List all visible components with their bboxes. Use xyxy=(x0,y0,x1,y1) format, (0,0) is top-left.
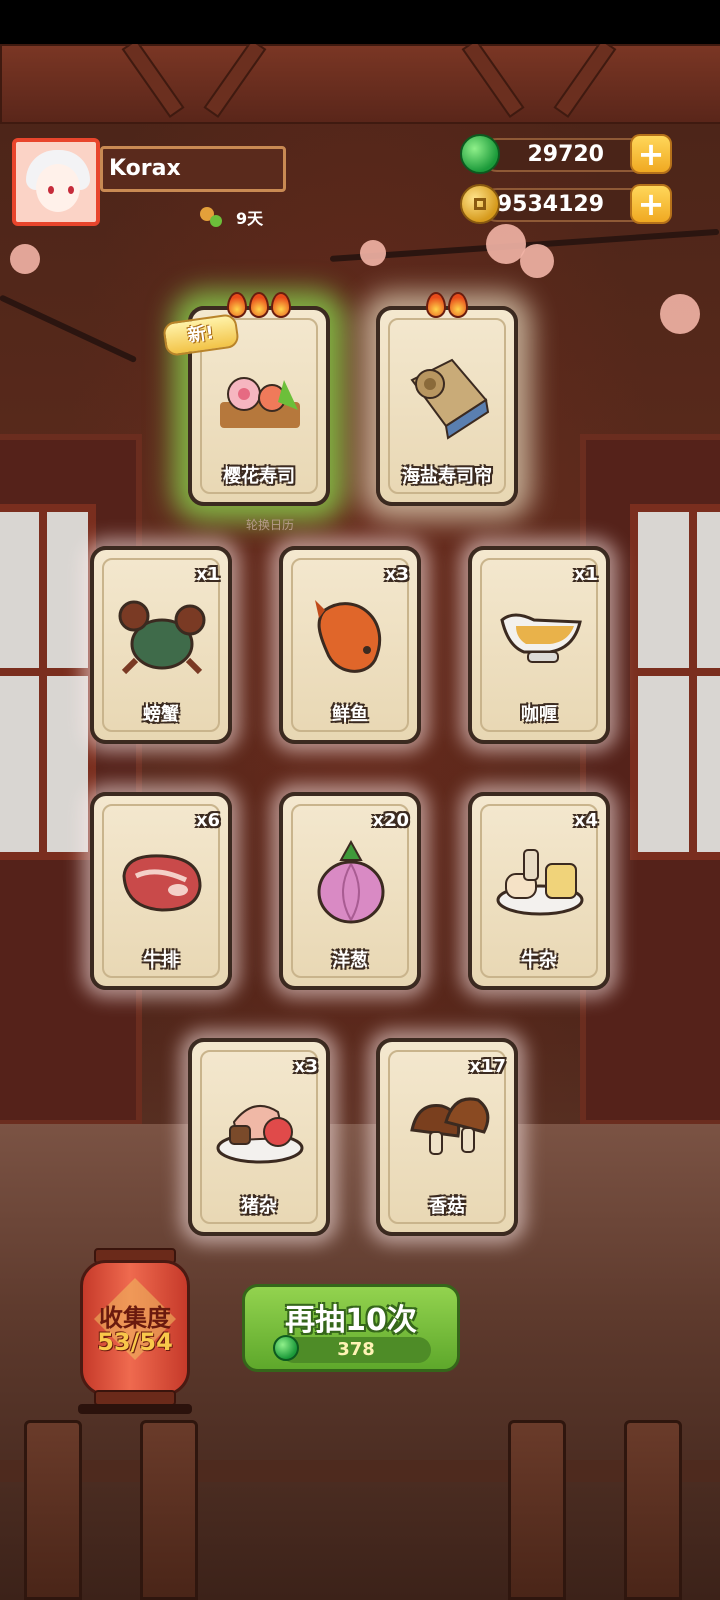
item-quantity: x3 xyxy=(384,564,409,585)
item-quantity: x1 xyxy=(195,564,220,585)
sushi-mat-icon xyxy=(410,358,490,440)
item-name: 咖喱 xyxy=(521,704,557,725)
fence-post xyxy=(24,1420,82,1600)
blossom-flower xyxy=(10,244,40,274)
item-quantity: x20 xyxy=(372,810,409,831)
flame-icon xyxy=(227,292,247,318)
featured-card[interactable]: 海盐寿司帘 xyxy=(376,292,518,506)
add-gems-button[interactable]: + xyxy=(630,134,672,174)
card-name: 海盐寿司帘 xyxy=(402,466,492,487)
sakura-sushi-icon xyxy=(220,377,300,428)
featured-card[interactable]: 新! 樱花寿司 xyxy=(161,292,330,506)
flame-icon xyxy=(271,292,291,318)
rotation-calendar-label[interactable]: 轮换日历 xyxy=(246,516,294,533)
onion-icon xyxy=(317,839,385,924)
jade-gem-icon xyxy=(273,1335,299,1361)
item-card[interactable]: x17 香菇 xyxy=(376,1038,518,1236)
jade-gem-icon xyxy=(460,134,500,174)
curry-boat-icon xyxy=(500,613,582,663)
fence-post xyxy=(624,1420,682,1600)
item-card[interactable]: x1 咖喱 xyxy=(468,546,610,744)
blossom-flower xyxy=(520,244,554,278)
blossom-flower xyxy=(360,240,386,266)
collection-progress: 53/54 xyxy=(97,1328,173,1356)
item-name: 牛杂 xyxy=(521,950,557,971)
draw-again-label: 再抽10次 xyxy=(285,1303,417,1338)
gem-amount: 29720 xyxy=(480,138,650,172)
player-name[interactable]: Korax xyxy=(100,146,286,192)
card-name: 樱花寿司 xyxy=(223,466,295,487)
item-card[interactable]: x20 洋葱 xyxy=(279,792,421,990)
pork-offal-icon xyxy=(216,1104,304,1164)
right-window-lattice xyxy=(630,504,720,860)
fence-post xyxy=(140,1420,198,1600)
status-bar xyxy=(0,0,720,44)
add-coins-button[interactable]: + xyxy=(630,184,672,224)
item-card[interactable]: x1 螃蟹 xyxy=(90,546,232,744)
player-avatar[interactable] xyxy=(12,138,100,226)
login-days-label: 9天 xyxy=(236,209,264,228)
item-quantity: x3 xyxy=(293,1056,318,1077)
item-name: 鲜鱼 xyxy=(332,704,368,725)
draw-again-button[interactable]: 再抽10次 378 xyxy=(242,1284,460,1372)
rarity-flames xyxy=(192,292,326,318)
item-quantity: x4 xyxy=(573,810,598,831)
flame-icon xyxy=(426,292,446,318)
item-quantity: x6 xyxy=(195,810,220,831)
shiitake-icon xyxy=(410,1097,490,1155)
blossom-flower xyxy=(660,294,700,334)
roof-beam xyxy=(0,44,720,124)
fence-post xyxy=(508,1420,566,1600)
item-card[interactable]: x3 猪杂 xyxy=(188,1038,330,1236)
left-window-lattice xyxy=(0,504,96,860)
item-card[interactable]: x6 牛排 xyxy=(90,792,232,990)
rarity-flames xyxy=(380,292,514,318)
flame-icon xyxy=(249,292,269,318)
login-days: 9天 xyxy=(196,205,263,229)
item-quantity: x17 xyxy=(469,1056,506,1077)
item-quantity: x1 xyxy=(573,564,598,585)
item-name: 香菇 xyxy=(429,1196,465,1217)
fence-rail xyxy=(0,1460,720,1482)
item-name: 洋葱 xyxy=(332,950,368,971)
beef-offal-icon xyxy=(496,849,584,916)
calendar-key-icon xyxy=(196,205,226,229)
draw-cost: 378 xyxy=(281,1337,431,1363)
fish-icon xyxy=(315,600,382,673)
item-name: 猪杂 xyxy=(241,1196,277,1217)
item-name: 螃蟹 xyxy=(143,704,179,725)
collection-lantern[interactable]: 收集度 53/54 xyxy=(76,1248,194,1414)
gold-coin-icon xyxy=(460,184,500,224)
item-name: 牛排 xyxy=(143,950,179,971)
crab-icon xyxy=(118,600,206,675)
coin-counter: 9534129 + xyxy=(460,184,672,224)
coin-amount: 9534129 xyxy=(480,188,650,222)
item-card[interactable]: x4 牛杂 xyxy=(468,792,610,990)
blossom-branch xyxy=(0,294,138,364)
steak-icon xyxy=(122,854,202,912)
gem-counter: 29720 + xyxy=(460,134,672,174)
item-card[interactable]: x3 鲜鱼 xyxy=(279,546,421,744)
flame-icon xyxy=(448,292,468,318)
